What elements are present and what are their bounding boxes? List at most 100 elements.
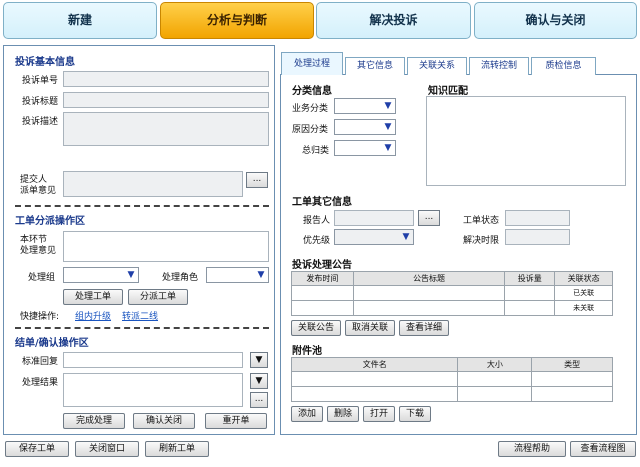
result-field[interactable]: [63, 373, 243, 407]
cause-class-select[interactable]: ▼: [334, 119, 396, 135]
chevron-down-icon: ▼: [257, 270, 265, 280]
link-notice-button[interactable]: 关联公告: [291, 320, 341, 336]
add-attachment-button[interactable]: 添加: [291, 406, 323, 422]
close-area-title: 结单/确认操作区: [15, 338, 89, 349]
reporter-more-button[interactable]: ...: [418, 210, 440, 226]
result-more-button[interactable]: ...: [250, 392, 268, 408]
handle-opinion-field[interactable]: [63, 231, 269, 262]
attach-cell: [290, 386, 459, 402]
quick-link-transfer[interactable]: 转派二线: [122, 309, 158, 322]
biz-class-select[interactable]: ▼: [334, 98, 396, 114]
dispatch-ticket-button[interactable]: 分派工单: [128, 289, 188, 305]
reporter-label: 报告人: [303, 216, 331, 226]
reporter-field[interactable]: [334, 210, 414, 226]
notice-cell: [504, 285, 556, 301]
dispatch-opinion-field[interactable]: [63, 171, 243, 197]
view-flowchart-button[interactable]: 查看流程图: [570, 441, 636, 457]
total-class-select[interactable]: ▼: [334, 140, 396, 156]
biz-class-label: 业务分类: [292, 104, 329, 114]
title-label: 投诉标题: [22, 97, 59, 107]
step-resolve[interactable]: 解决投诉: [316, 2, 471, 39]
tab-relations[interactable]: 关联关系: [407, 57, 467, 75]
step-analysis[interactable]: 分析与判断: [160, 2, 314, 39]
ticket-no-label: 投诉单号: [22, 76, 59, 86]
desc-field[interactable]: [63, 112, 269, 146]
handle-group-select[interactable]: ▼: [63, 267, 139, 283]
view-detail-button[interactable]: 查看详细: [399, 320, 449, 336]
knowledge-box[interactable]: [426, 96, 626, 186]
table-row[interactable]: 未关联: [291, 300, 613, 316]
tab-flow-control[interactable]: 流转控制: [469, 57, 529, 75]
std-reply-dropdown-button[interactable]: ▼: [250, 352, 268, 368]
quick-ops-label: 快捷操作:: [20, 312, 60, 322]
handle-opinion-label: 处理意见: [20, 246, 57, 256]
process-steps: 新建 分析与判断 解决投诉 确认与关闭: [3, 2, 637, 40]
handle-role-select[interactable]: ▼: [206, 267, 269, 283]
close-window-button[interactable]: 关闭窗口: [75, 441, 139, 457]
dispatch-opinion-label: 派单意见: [20, 186, 57, 196]
std-reply-field[interactable]: [63, 352, 243, 368]
deadline-label: 解决时限: [463, 236, 500, 246]
status-label: 工单状态: [463, 216, 500, 226]
step-confirm-close[interactable]: 确认与关闭: [474, 2, 637, 39]
reopen-button[interactable]: 重开单: [205, 413, 267, 429]
attachment-table: 文件名 大小 类型: [290, 357, 613, 402]
handle-group-label: 处理组: [28, 273, 56, 283]
handle-role-label: 处理角色: [162, 273, 199, 283]
notice-table: 发布时间 公告标题 投诉量 关联状态 已关联 未关联: [291, 271, 613, 316]
download-attachment-button[interactable]: 下载: [399, 406, 431, 422]
delete-attachment-button[interactable]: 删除: [327, 406, 359, 422]
notice-cell: [504, 300, 556, 316]
tab-qc-info[interactable]: 质检信息: [531, 57, 596, 75]
priority-select[interactable]: ▼: [334, 229, 414, 245]
desc-label: 投诉描述: [22, 117, 59, 127]
chevron-down-icon: ▼: [384, 101, 392, 111]
knowledge-title: 知识匹配: [428, 86, 468, 97]
unlink-notice-button[interactable]: 取消关联: [345, 320, 395, 336]
table-row[interactable]: [290, 386, 613, 402]
chevron-down-icon: ▼: [255, 355, 263, 365]
attach-cell: [531, 371, 613, 387]
table-row[interactable]: [290, 371, 613, 387]
chevron-down-icon: ▼: [402, 232, 410, 242]
open-attachment-button[interactable]: 打开: [363, 406, 395, 422]
ticket-no-field[interactable]: [63, 71, 269, 87]
notice-status-cell: 未关联: [554, 300, 613, 316]
table-row[interactable]: 已关联: [291, 285, 613, 301]
deadline-field[interactable]: [505, 229, 570, 245]
title-field[interactable]: [63, 92, 269, 108]
confirm-close-button[interactable]: 确认关闭: [133, 413, 195, 429]
divider: [15, 327, 269, 329]
refresh-ticket-button[interactable]: 刷新工单: [145, 441, 209, 457]
notice-cell: [352, 285, 506, 301]
notice-cell: [291, 285, 354, 301]
attach-cell: [290, 371, 459, 387]
attach-cell: [531, 386, 613, 402]
basic-info-title: 投诉基本信息: [15, 57, 75, 68]
save-ticket-button[interactable]: 保存工单: [5, 441, 69, 457]
chevron-down-icon: ▼: [384, 143, 392, 153]
attach-cell: [457, 386, 533, 402]
dispatch-opinion-more-button[interactable]: ...: [246, 172, 268, 188]
attach-col-name: 文件名: [290, 357, 459, 372]
quick-link-upgrade[interactable]: 组内升级: [75, 309, 111, 322]
notice-header-row: 发布时间 公告标题 投诉量 关联状态: [291, 271, 613, 286]
result-label: 处理结果: [22, 378, 59, 388]
tab-other-info[interactable]: 其它信息: [345, 57, 405, 75]
tab-process[interactable]: 处理过程: [281, 52, 343, 75]
flow-help-button[interactable]: 流程帮助: [498, 441, 566, 457]
notice-title: 投诉处理公告: [292, 260, 352, 271]
result-dropdown-button[interactable]: ▼: [250, 373, 268, 389]
notice-cell: [291, 300, 354, 316]
finish-button[interactable]: 完成处理: [63, 413, 125, 429]
dispatch-area-title: 工单分派操作区: [15, 216, 85, 227]
chevron-down-icon: ▼: [255, 376, 263, 386]
process-ticket-button[interactable]: 处理工单: [63, 289, 123, 305]
attachment-header-row: 文件名 大小 类型: [290, 357, 613, 372]
total-class-label: 总归类: [302, 146, 330, 156]
chevron-down-icon: ▼: [384, 122, 392, 132]
status-field[interactable]: [505, 210, 570, 226]
std-reply-label: 标准回复: [22, 357, 59, 367]
step-new[interactable]: 新建: [3, 2, 157, 39]
attach-col-size: 大小: [457, 357, 533, 372]
